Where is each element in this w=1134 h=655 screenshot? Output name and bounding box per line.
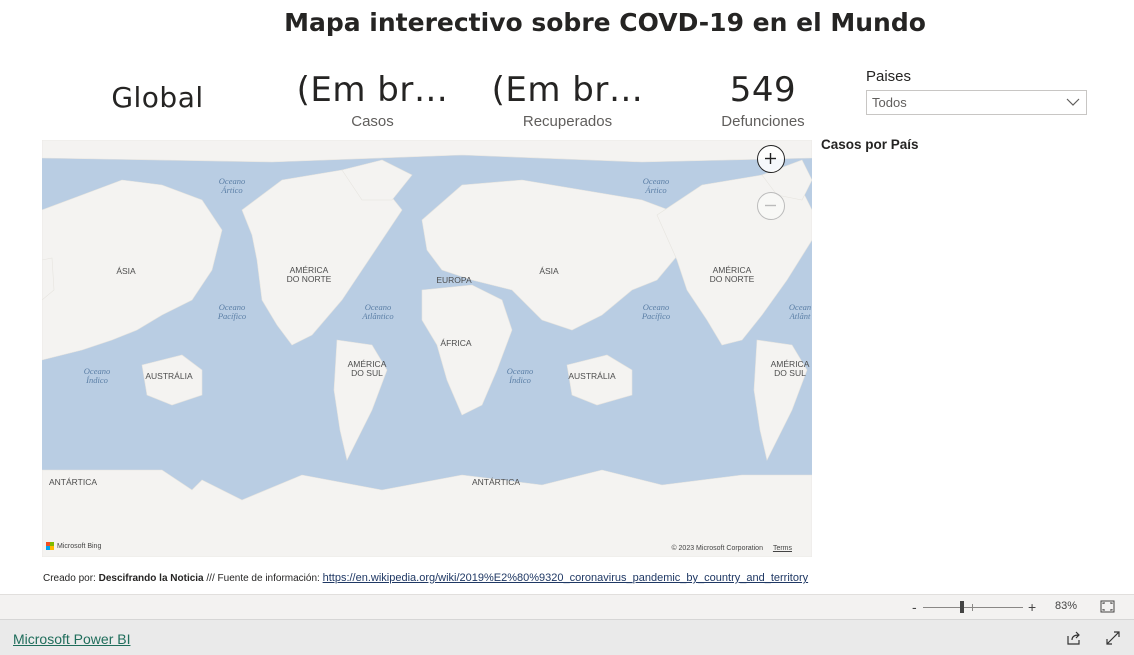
continent-label-america-sul: AMÉRICA DO SUL [347, 359, 387, 378]
fit-to-page-icon[interactable] [1100, 600, 1115, 613]
ocean-label-atlantico-right: Ocean Atlânt [788, 302, 812, 321]
card-defunciones-value: 549 [729, 70, 797, 110]
report-canvas: Mapa interectivo sobre COVD-19 en el Mun… [0, 0, 1134, 594]
continent-label-europa: EUROPA [436, 275, 472, 285]
world-map[interactable]: Oceano Ártico Oceano Ártico Oceano Pacífico… [42, 140, 812, 557]
map-zoom-in-button[interactable] [757, 145, 785, 173]
paises-dropdown[interactable]: Todos [866, 90, 1087, 115]
card-casos-label: Casos [351, 113, 394, 130]
card-defunciones[interactable]: 549 Defunciones [698, 70, 828, 131]
card-casos[interactable]: (Em br… Casos [290, 70, 455, 131]
ocean-label-pacifico-left: Oceano Pacífico [217, 302, 247, 321]
continent-label-antartica-right: ANTÁRTICA [471, 477, 521, 487]
paises-slicer: Paises Todos [866, 68, 1087, 115]
footer-source-label: /// Fuente de información: [206, 573, 320, 584]
fullscreen-icon[interactable] [1105, 630, 1121, 646]
microsoft-logo-icon [46, 542, 54, 550]
bing-attribution: Microsoft Bing [46, 542, 101, 550]
casos-por-pais-title: Casos por País [821, 137, 919, 152]
zoom-slider-center-tick [972, 604, 973, 611]
powerbi-brand-link[interactable]: Microsoft Power BI [13, 631, 130, 647]
continent-label-asia-center: ÁSIA [539, 266, 559, 276]
ocean-label-indico-left: Oceano Índico [83, 366, 111, 385]
zoom-out-button[interactable]: - [912, 599, 917, 615]
continent-label-antartica-left: ANTÁRTICA [48, 477, 98, 487]
continent-label-africa: ÁFRICA [440, 338, 472, 348]
map-landmass [42, 140, 812, 557]
zoom-percentage: 83% [1055, 600, 1078, 612]
powerbi-bottom-bar: Microsoft Power BI [0, 619, 1134, 655]
chevron-down-icon [1066, 98, 1080, 106]
card-global-value: Global [111, 81, 204, 114]
footer-source-link[interactable]: https://en.wikipedia.org/wiki/2019%E2%80… [323, 572, 809, 584]
dropdown-selected-value: Todos [872, 95, 907, 110]
continent-label-australia-left: AUSTRÁLIA [145, 371, 193, 381]
ocean-label-artico-left: Oceano Ártico [218, 176, 246, 195]
ocean-label-atlantico: Oceano Atlântico [362, 302, 394, 321]
share-icon[interactable] [1066, 630, 1082, 646]
bing-attribution-text: Microsoft Bing [57, 542, 102, 550]
continent-label-asia-left: ÁSIA [116, 266, 136, 276]
card-global[interactable]: Global [60, 78, 255, 118]
ocean-label-pacifico-right: Oceano Pacífico [641, 302, 671, 321]
card-defunciones-label: Defunciones [721, 113, 805, 130]
map-terms-link[interactable]: Terms [773, 545, 792, 552]
continent-label-australia-right: AUSTRÁLIA [568, 371, 616, 381]
slicer-title: Paises [866, 68, 912, 85]
map-zoom-out-button[interactable] [757, 192, 785, 220]
report-title: Mapa interectivo sobre COVD-19 en el Mun… [284, 8, 926, 37]
footer-author: Descifrando la Noticia [98, 573, 204, 584]
map-copyright: © 2023 Microsoft Corporation Terms [671, 545, 792, 552]
page-zoom-bar: - + 83% [0, 594, 1134, 619]
zoom-slider-thumb[interactable] [960, 601, 964, 613]
zoom-slider-track[interactable] [923, 607, 1023, 608]
card-recuperados[interactable]: (Em br… Recuperados [485, 70, 650, 131]
map-copyright-text: © 2023 Microsoft Corporation [671, 545, 763, 552]
continent-label-america-norte: AMÉRICA DO NORTE [286, 265, 332, 284]
plus-icon [765, 153, 776, 164]
ocean-label-artico-right: Oceano Ártico [642, 176, 670, 195]
ocean-label-indico-right: Oceano Índico [506, 366, 534, 385]
zoom-in-button[interactable]: + [1028, 599, 1036, 615]
footer-created-by-label: Creado por: [43, 573, 96, 584]
card-casos-value: (Em br… [296, 70, 449, 110]
card-recuperados-label: Recuperados [522, 113, 613, 130]
continent-label-america-sul-right: AMÉRICA DO SUL [770, 359, 810, 378]
continent-label-america-norte-right: AMÉRICA DO NORTE [709, 265, 755, 284]
minus-icon [765, 204, 776, 207]
card-recuperados-value: (Em br… [491, 70, 644, 110]
footer-credits: Creado por: Descifrando la Noticia /// F… [43, 572, 808, 584]
